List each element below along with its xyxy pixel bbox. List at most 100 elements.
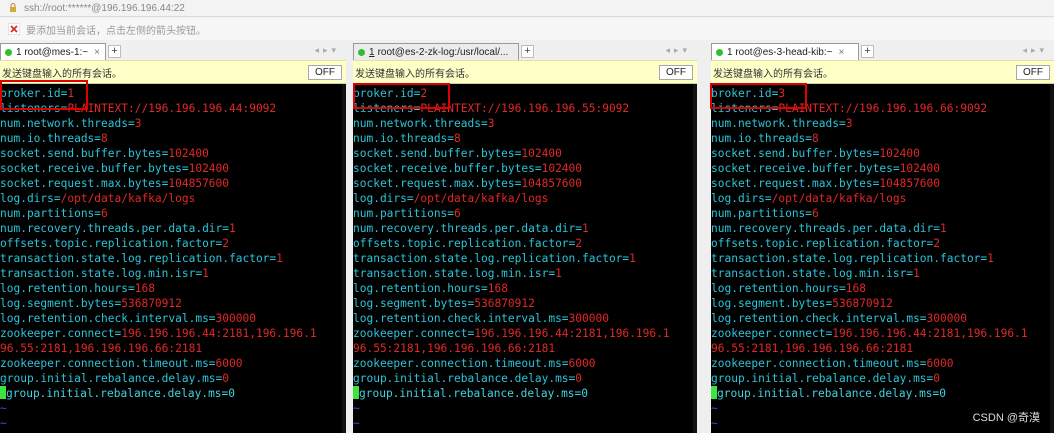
config-key: transaction.state.log.replication.factor… xyxy=(711,252,988,265)
config-value: 3 xyxy=(134,117,142,130)
config-key: offsets.topic.replication.factor= xyxy=(0,237,223,250)
config-key: socket.send.buffer.bytes= xyxy=(711,147,880,160)
send-to-all-text: 发送键盘输入的所有会话。 xyxy=(2,68,122,80)
send-to-all-toggle[interactable]: OFF xyxy=(659,64,693,80)
address-bar: ssh://root:******@196.196.196.44:22 xyxy=(0,0,1054,17)
new-tab-button[interactable]: + xyxy=(108,45,121,58)
terminal-output[interactable]: broker.id=1 listeners=PLAINTEXT://196.196… xyxy=(0,84,346,433)
send-to-all-bar: 发送键盘输入的所有会话。 OFF xyxy=(353,60,697,84)
config-key: zookeeper.connection.timeout.ms= xyxy=(353,357,569,370)
config-value: 1 xyxy=(202,267,209,280)
send-to-all-text: 发送键盘输入的所有会话。 xyxy=(713,68,833,80)
tab-nav-arrows[interactable]: ◂▸▾ xyxy=(314,45,340,56)
config-line: transaction.state.log.replication.factor… xyxy=(353,251,697,266)
terminal-output[interactable]: broker.id=3 listeners=PLAINTEXT://196.196… xyxy=(711,84,1054,433)
scrollbar[interactable] xyxy=(342,84,346,433)
tab-session-3[interactable]: 1 root@es-3-head-kib:~ × xyxy=(711,43,859,60)
config-key: transaction.state.log.min.isr= xyxy=(711,267,914,280)
config-key: log.retention.check.interval.ms= xyxy=(0,312,216,325)
config-value: 2 xyxy=(420,87,428,100)
config-key: listeners= xyxy=(711,102,779,115)
config-line: broker.id=3 xyxy=(711,86,1054,101)
new-tab-button[interactable]: + xyxy=(861,45,874,58)
config-line: listeners=PLAINTEXT://196.196.196.44:909… xyxy=(0,101,346,116)
close-icon[interactable]: × xyxy=(94,47,100,58)
tab-nav-arrows[interactable]: ◂▸▾ xyxy=(1022,45,1048,56)
commented-line-text: group.initial.rebalance.delay.ms=0 xyxy=(359,387,589,400)
empty-buffer-line: ~ xyxy=(0,402,7,415)
config-value: /opt/data/kafka/logs xyxy=(771,192,907,205)
config-value: 168 xyxy=(845,282,866,295)
empty-buffer-line: ~ xyxy=(353,402,360,415)
terminal-output[interactable]: broker.id=2 listeners=PLAINTEXT://196.196… xyxy=(353,84,697,433)
config-value: 2 xyxy=(575,237,583,250)
pane-divider[interactable] xyxy=(697,40,711,433)
config-value: 6 xyxy=(454,207,461,220)
session-address[interactable]: ssh://root:******@196.196.196.44:22 xyxy=(24,3,185,14)
config-line: log.retention.check.interval.ms=300000 xyxy=(0,311,346,326)
config-line: log.segment.bytes=536870912 xyxy=(353,296,697,311)
config-key: log.retention.hours= xyxy=(353,282,488,295)
config-line: listeners=PLAINTEXT://196.196.196.66:909… xyxy=(711,101,1054,116)
config-value: 2 xyxy=(222,237,230,250)
config-key: num.recovery.threads.per.data.dir= xyxy=(711,222,941,235)
connected-icon xyxy=(5,48,12,56)
send-to-all-toggle[interactable]: OFF xyxy=(1016,64,1050,80)
config-value: 3 xyxy=(778,87,786,100)
config-key: group.initial.rebalance.delay.ms= xyxy=(353,372,576,385)
config-line: log.segment.bytes=536870912 xyxy=(711,296,1054,311)
config-key: transaction.state.log.replication.factor… xyxy=(353,252,630,265)
config-value: PLAINTEXT://196.196.196.66:9092 xyxy=(778,102,988,115)
config-key: socket.request.max.bytes= xyxy=(711,177,880,190)
config-key: log.segment.bytes= xyxy=(353,297,475,310)
config-line: 96.55:2181,196.196.196.66:2181 xyxy=(711,341,1054,356)
scrollbar[interactable] xyxy=(693,84,697,433)
send-to-all-bar: 发送键盘输入的所有会话。 OFF xyxy=(711,60,1054,84)
config-line: num.recovery.threads.per.data.dir=1 xyxy=(353,221,697,236)
config-value: 8 xyxy=(454,132,461,145)
config-line: log.retention.hours=168 xyxy=(711,281,1054,296)
config-value: 196.196.196.44:2181,196.196.1 xyxy=(121,327,317,340)
tab-session-1[interactable]: 1 root@mes-1:~ × xyxy=(0,43,106,60)
config-key: offsets.topic.replication.factor= xyxy=(711,237,934,250)
session-pane-2: 1 root@es-2-zk-log:/usr/local/... + ◂▸▾ … xyxy=(353,40,697,433)
config-value: 0 xyxy=(933,372,941,385)
config-line: num.io.threads=8 xyxy=(0,131,346,146)
config-value: 300000 xyxy=(926,312,967,325)
send-to-all-toggle[interactable]: OFF xyxy=(308,64,342,80)
config-key: log.dirs= xyxy=(353,192,414,205)
config-line: group.initial.rebalance.delay.ms=0 xyxy=(0,371,346,386)
new-tab-button[interactable]: + xyxy=(521,45,534,58)
config-key: zookeeper.connection.timeout.ms= xyxy=(711,357,927,370)
config-value: 3 xyxy=(845,117,853,130)
scrollbar[interactable] xyxy=(1050,84,1054,433)
tab-label: 1 root@es-3-head-kib:~ xyxy=(727,46,833,58)
config-value: 104857600 xyxy=(168,177,230,190)
config-value: 168 xyxy=(487,282,508,295)
arrow-icon[interactable] xyxy=(8,23,20,35)
config-key: transaction.state.log.min.isr= xyxy=(353,267,556,280)
tab-session-2[interactable]: 1 root@es-2-zk-log:/usr/local/... xyxy=(353,43,519,60)
config-line: socket.receive.buffer.bytes=102400 xyxy=(711,161,1054,176)
config-line: log.dirs=/opt/data/kafka/logs xyxy=(353,191,697,206)
config-key: zookeeper.connect= xyxy=(0,327,122,340)
close-icon[interactable]: × xyxy=(838,47,844,58)
config-line: log.retention.check.interval.ms=300000 xyxy=(711,311,1054,326)
config-value: PLAINTEXT://196.196.196.55:9092 xyxy=(420,102,630,115)
config-key: socket.receive.buffer.bytes= xyxy=(711,162,900,175)
commented-line-text: group.initial.rebalance.delay.ms=0 xyxy=(717,387,947,400)
config-line: transaction.state.log.min.isr=1 xyxy=(0,266,346,281)
config-value: 196.196.196.44:2181,196.196.1 xyxy=(832,327,1028,340)
config-line: broker.id=1 xyxy=(0,86,346,101)
config-value: 102400 xyxy=(879,147,920,160)
config-value: 6000 xyxy=(215,357,243,370)
watermark: CSDN @奇漠 xyxy=(972,412,1040,424)
config-line: num.recovery.threads.per.data.dir=1 xyxy=(0,221,346,236)
tab-nav-arrows[interactable]: ◂▸▾ xyxy=(665,45,691,56)
config-value: 536870912 xyxy=(832,297,893,310)
config-line: log.retention.check.interval.ms=300000 xyxy=(353,311,697,326)
config-key: num.io.threads= xyxy=(0,132,102,145)
config-value: 102400 xyxy=(521,147,562,160)
pane-divider[interactable] xyxy=(346,40,353,433)
config-line: transaction.state.log.min.isr=1 xyxy=(711,266,1054,281)
